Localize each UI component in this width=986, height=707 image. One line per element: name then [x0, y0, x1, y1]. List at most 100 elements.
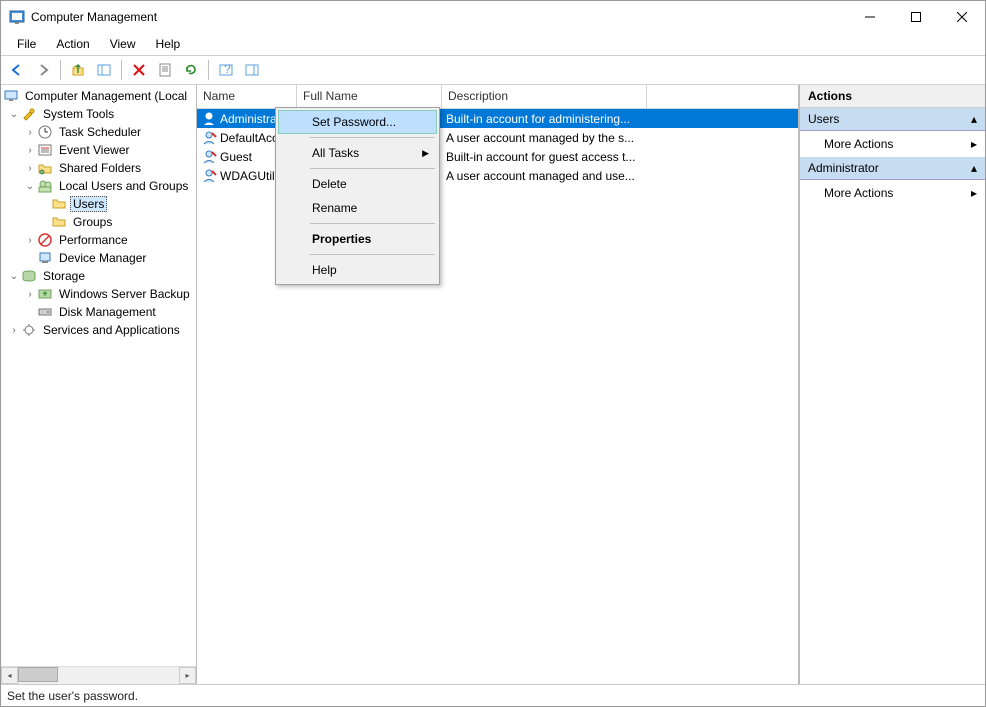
tree-root[interactable]: Computer Management (Local: [1, 87, 196, 105]
svg-text:?: ?: [224, 63, 231, 76]
tree-horizontal-scrollbar[interactable]: ◂ ▸: [1, 666, 196, 684]
actions-section-users[interactable]: Users ▴: [800, 108, 985, 131]
chevron-right-icon[interactable]: ›: [23, 235, 37, 246]
chevron-down-icon[interactable]: ⌄: [7, 109, 21, 120]
column-full-name[interactable]: Full Name: [297, 85, 442, 108]
chevron-right-icon[interactable]: ›: [23, 127, 37, 138]
scroll-right-button[interactable]: ▸: [179, 667, 196, 684]
ctx-label: Delete: [312, 177, 347, 191]
up-button[interactable]: [66, 58, 90, 82]
refresh-button[interactable]: [179, 58, 203, 82]
tree-shared-folders[interactable]: › Shared Folders: [1, 159, 196, 177]
minimize-button[interactable]: [847, 1, 893, 33]
actions-section-label: Administrator: [808, 161, 879, 175]
ctx-label: Rename: [312, 201, 357, 215]
ctx-set-password[interactable]: Set Password...: [278, 110, 437, 134]
toolbar-separator: [208, 60, 209, 80]
tree-storage[interactable]: ⌄ Storage: [1, 267, 196, 285]
tree-label: Services and Applications: [40, 323, 183, 337]
user-desc: Built-in account for administering...: [442, 112, 647, 126]
actions-item-label: More Actions: [824, 137, 893, 151]
tree-label: Groups: [70, 215, 115, 229]
menu-help[interactable]: Help: [146, 35, 191, 53]
tree-wsb[interactable]: › Windows Server Backup: [1, 285, 196, 303]
services-icon: [21, 322, 37, 338]
tree-device-manager[interactable]: Device Manager: [1, 249, 196, 267]
menu-action[interactable]: Action: [46, 35, 99, 53]
chevron-down-icon[interactable]: ⌄: [23, 181, 37, 192]
folder-icon: [51, 214, 67, 230]
column-name[interactable]: Name: [197, 85, 297, 108]
actions-section-administrator[interactable]: Administrator ▴: [800, 157, 985, 180]
computer-icon: [3, 88, 19, 104]
tree-label: Performance: [56, 233, 131, 247]
actions-more-users[interactable]: More Actions ▸: [800, 131, 985, 157]
status-text: Set the user's password.: [7, 689, 138, 703]
tree-label: System Tools: [40, 107, 117, 121]
scroll-track[interactable]: [18, 667, 179, 684]
toolbar-separator: [60, 60, 61, 80]
tree-performance[interactable]: › Performance: [1, 231, 196, 249]
window-title: Computer Management: [31, 10, 847, 24]
context-menu: Set Password... All Tasks▶ Delete Rename…: [275, 107, 440, 285]
show-hide-tree-button[interactable]: [92, 58, 116, 82]
close-button[interactable]: [939, 1, 985, 33]
context-menu-separator: [310, 137, 435, 138]
performance-icon: [37, 232, 53, 248]
tree-scroll[interactable]: Computer Management (Local ⌄ System Tool…: [1, 85, 196, 666]
scroll-left-button[interactable]: ◂: [1, 667, 18, 684]
tree-label: Disk Management: [56, 305, 159, 319]
menu-file[interactable]: File: [7, 35, 46, 53]
scroll-thumb[interactable]: [18, 667, 58, 682]
tree-disk-mgmt[interactable]: Disk Management: [1, 303, 196, 321]
shared-folder-icon: [37, 160, 53, 176]
user-desc: A user account managed and use...: [442, 169, 647, 183]
ctx-delete[interactable]: Delete: [278, 172, 437, 196]
tree-local-users[interactable]: ⌄ Local Users and Groups: [1, 177, 196, 195]
context-menu-separator: [310, 168, 435, 169]
tree-services-apps[interactable]: › Services and Applications: [1, 321, 196, 339]
actions-more-administrator[interactable]: More Actions ▸: [800, 180, 985, 206]
tree-task-scheduler[interactable]: › Task Scheduler: [1, 123, 196, 141]
chevron-right-icon[interactable]: ›: [7, 325, 21, 336]
chevron-right-icon[interactable]: ›: [23, 145, 37, 156]
menubar: File Action View Help: [1, 33, 985, 55]
device-icon: [37, 250, 53, 266]
disk-icon: [37, 304, 53, 320]
ctx-rename[interactable]: Rename: [278, 196, 437, 220]
context-menu-separator: [310, 223, 435, 224]
column-description[interactable]: Description: [442, 85, 647, 108]
submenu-arrow-icon: ▸: [971, 186, 977, 200]
users-icon: [37, 178, 53, 194]
ctx-label: Help: [312, 263, 337, 277]
tree-users[interactable]: Users: [1, 195, 196, 213]
help-button[interactable]: ?: [214, 58, 238, 82]
tree-groups[interactable]: Groups: [1, 213, 196, 231]
collapse-icon: ▴: [971, 161, 977, 175]
ctx-properties[interactable]: Properties: [278, 227, 437, 251]
menu-view[interactable]: View: [100, 35, 146, 53]
chevron-down-icon[interactable]: ⌄: [7, 271, 21, 282]
chevron-right-icon[interactable]: ›: [23, 163, 37, 174]
list-pane: Name Full Name Description Administrator…: [197, 85, 799, 684]
submenu-arrow-icon: ▸: [971, 137, 977, 151]
tree-system-tools[interactable]: ⌄ System Tools: [1, 105, 196, 123]
properties-button[interactable]: [153, 58, 177, 82]
forward-button[interactable]: [31, 58, 55, 82]
tree-event-viewer[interactable]: › Event Viewer: [1, 141, 196, 159]
ctx-help[interactable]: Help: [278, 258, 437, 282]
maximize-button[interactable]: [893, 1, 939, 33]
tree-pane: Computer Management (Local ⌄ System Tool…: [1, 85, 197, 684]
chevron-right-icon[interactable]: ›: [23, 289, 37, 300]
show-hide-action-pane-button[interactable]: [240, 58, 264, 82]
back-button[interactable]: [5, 58, 29, 82]
storage-icon: [21, 268, 37, 284]
collapse-icon: ▴: [971, 112, 977, 126]
list-header: Name Full Name Description: [197, 85, 798, 109]
tree-label: Shared Folders: [56, 161, 144, 175]
ctx-all-tasks[interactable]: All Tasks▶: [278, 141, 437, 165]
main-area: Computer Management (Local ⌄ System Tool…: [1, 85, 985, 684]
ctx-label: Set Password...: [312, 115, 396, 129]
delete-button[interactable]: [127, 58, 151, 82]
tree-label: Task Scheduler: [56, 125, 144, 139]
